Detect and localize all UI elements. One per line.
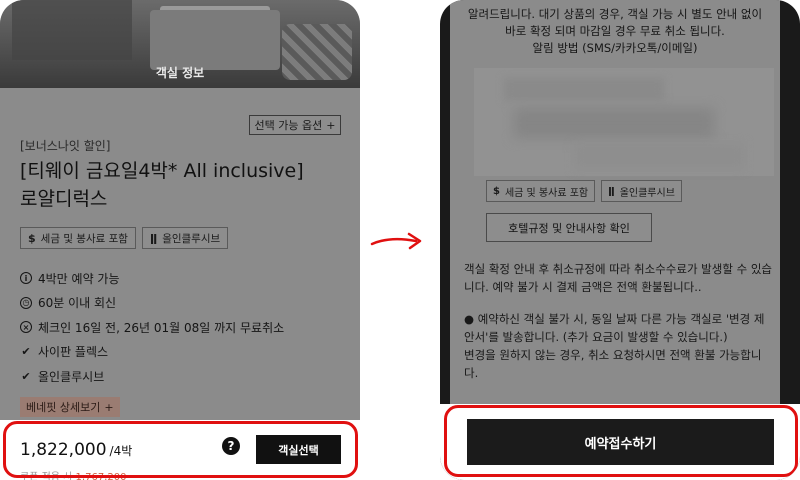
room-feature-chips: $ 세금 및 봉사료 포함 ǁ 올인클루시브	[486, 180, 682, 202]
notice-line: 알려드립니다. 대기 상품의 경우, 객실 가능 시 별도 안내 없이	[467, 7, 763, 21]
room-title-line1: [티웨이 금요일4박* All inclusive]	[20, 160, 304, 182]
info-row: ◷ 60분 이내 회신	[20, 291, 284, 316]
room-info-list: i 4박만 예약 가능 ◷ 60분 이내 회신 × 체크인 16일 전, 26년…	[20, 266, 284, 389]
info-text: 사이판 플렉스	[38, 345, 109, 360]
benefit-label: 베네핏 상세보기	[26, 401, 101, 414]
info-text: 60분 이내 회신	[38, 296, 117, 311]
cancellation-policy: 객실 확정 안내 후 취소규정에 따라 취소수수료가 발생할 수 있습니다. 예…	[464, 260, 774, 382]
highlight-box-left	[3, 421, 358, 478]
dollar-icon: $	[493, 185, 500, 197]
room-photo: 객실 정보	[0, 0, 360, 88]
policy-paragraph: ● 예약하신 객실 불가 시, 동일 날짜 다른 가능 객실로 '변경 제안서'…	[464, 312, 765, 344]
clock-icon: ◷	[20, 296, 32, 309]
info-row: ✔ 사이판 플렉스	[20, 340, 284, 365]
chip-all-inclusive: ǁ 올인클루시브	[141, 227, 229, 249]
blur-patch	[514, 108, 714, 138]
chip-label: 세금 및 봉사료 포함	[40, 232, 128, 245]
waitlist-notice: 알려드립니다. 대기 상품의 경우, 객실 가능 시 별도 안내 없이 바로 확…	[450, 6, 780, 57]
close-circle-icon: ×	[20, 321, 32, 334]
blur-patch	[574, 144, 744, 168]
chip-label: 세금 및 봉사료 포함	[504, 187, 589, 199]
comparison-stage: 객실 정보 선택 가능 옵션 + [보너스나잇 할인] [티웨이 금요일4박* …	[0, 0, 800, 480]
chip-label: 올인클루시브	[619, 187, 675, 199]
hero-caption: 객실 정보	[155, 66, 205, 80]
photo-bed	[150, 10, 280, 70]
fork-knife-icon: ǁ	[149, 231, 158, 245]
info-text: 체크인 16일 전, 26년 01월 08일 까지 무료취소	[38, 320, 285, 335]
plus-icon: +	[104, 400, 114, 414]
info-text: 4박만 예약 가능	[38, 271, 120, 286]
info-text: 올인클루시브	[38, 369, 105, 384]
options-label: 선택 가능 옵션	[254, 119, 323, 132]
chip-tax-included: $ 세금 및 봉사료 포함	[486, 180, 596, 202]
info-row: × 체크인 16일 전, 26년 01월 08일 까지 무료취소	[20, 315, 284, 340]
room-title-line2: 로얄디럭스	[20, 188, 108, 210]
check-icon: ✔	[21, 369, 31, 383]
check-icon: ✔	[21, 345, 31, 359]
info-row: i 4박만 예약 가능	[20, 266, 284, 291]
chip-all-inclusive: ǁ 올인클루시브	[601, 180, 682, 202]
available-options-button[interactable]: 선택 가능 옵션 +	[249, 115, 341, 135]
photo-lamp-area	[12, 0, 132, 60]
promo-tag: [보너스나잇 할인]	[20, 139, 111, 153]
policy-paragraph: 변경을 원하지 않는 경우, 취소 요청하시면 전액 환불 가능합니다.	[464, 348, 762, 380]
chip-tax-included: $ 세금 및 봉사료 포함	[20, 227, 136, 249]
blurred-image	[474, 68, 774, 176]
reservation-screen: 알려드립니다. 대기 상품의 경우, 객실 가능 시 별도 안내 없이 바로 확…	[440, 0, 800, 480]
arrow-right-icon	[370, 232, 422, 250]
blur-patch	[504, 78, 664, 100]
chip-label: 올인클루시브	[162, 232, 221, 245]
policy-paragraph: 객실 확정 안내 후 취소규정에 따라 취소수수료가 발생할 수 있습니다. 예…	[464, 262, 772, 294]
plus-icon: +	[326, 118, 336, 132]
fork-knife-icon: ǁ	[608, 185, 615, 197]
dollar-icon: $	[28, 231, 36, 245]
notice-line: 알림 방법 (SMS/카카오톡/이메일)	[532, 41, 698, 55]
room-feature-chips: $ 세금 및 봉사료 포함 ǁ 올인클루시브	[20, 227, 229, 249]
benefit-details-button[interactable]: 베네핏 상세보기 +	[20, 397, 120, 417]
info-row: ✔ 올인클루시브	[20, 364, 284, 389]
info-icon: i	[20, 272, 32, 285]
room-title: [티웨이 금요일4박* All inclusive] 로얄디럭스	[20, 157, 350, 213]
notice-line: 바로 확정 되며 마감일 경우 무료 취소 됩니다.	[505, 24, 725, 38]
hotel-policy-button[interactable]: 호텔규정 및 안내사항 확인	[486, 213, 652, 242]
highlight-box-right	[444, 405, 798, 477]
